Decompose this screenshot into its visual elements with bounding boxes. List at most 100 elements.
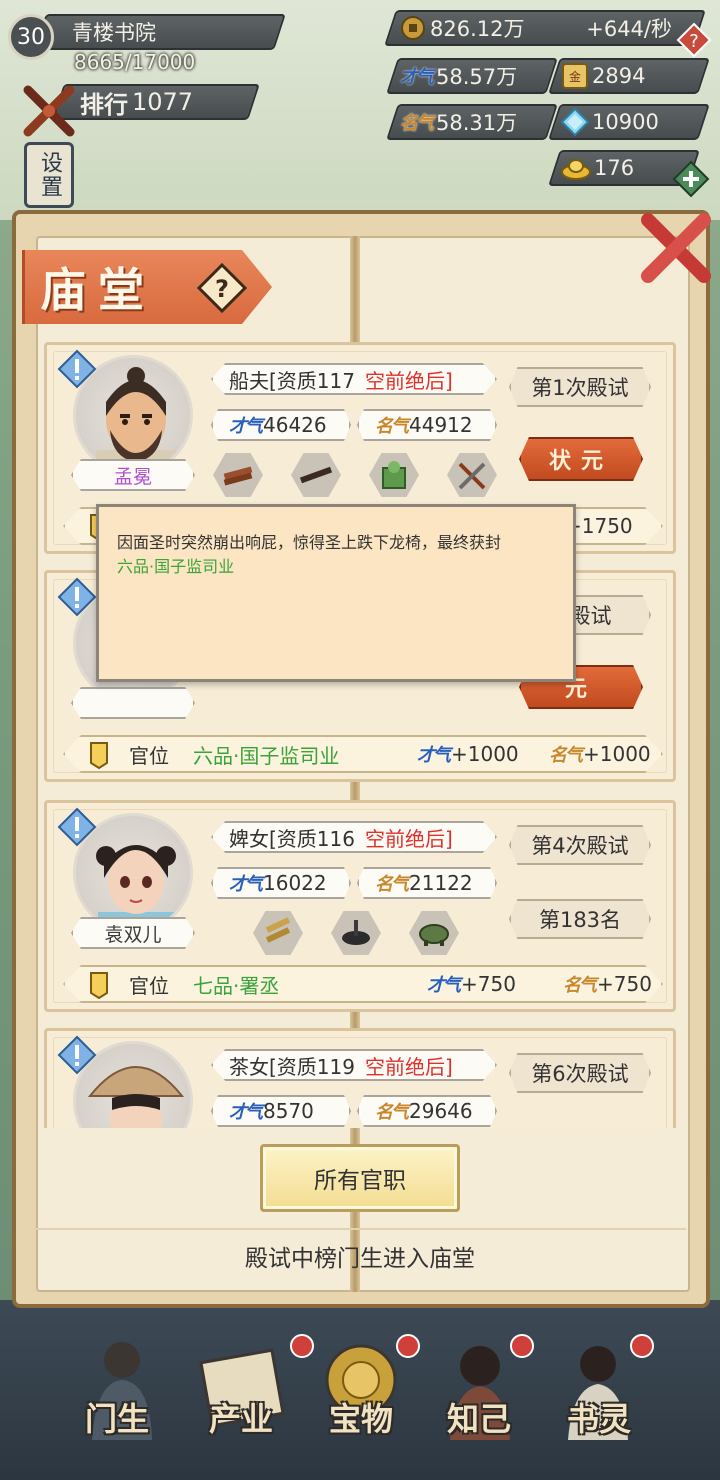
coins-bar[interactable]: 826.12万 +644/秒 (384, 10, 706, 46)
fame-value: 21122 (409, 871, 473, 895)
bronze-cauldron-icon (419, 924, 449, 946)
talent-bonus: +1000 (451, 742, 519, 766)
inkstone-icon (342, 920, 370, 945)
gold-ingot-icon (561, 159, 591, 180)
wooden-blocks-icon (223, 466, 253, 486)
close-icon[interactable] (636, 208, 716, 288)
talent-bar: 才气 58.57万 (386, 58, 558, 94)
info-alert-icon[interactable] (57, 807, 97, 847)
identity-tag: 婢女[资质116 空前绝后] (211, 821, 497, 853)
exam-count-button[interactable]: 第1次殿试 (509, 367, 651, 407)
page-title: 庙堂 (40, 263, 156, 317)
student-card[interactable]: 袁双儿 婢女[资质116 空前绝后] 才气 16022 名气 21122 第4次… (44, 800, 676, 1012)
office-value: 六品·国子监司业 (193, 743, 340, 768)
identity-text: 茶女[资质119 (229, 1054, 355, 1079)
fame-icon: 名气 (375, 416, 409, 437)
student-name (71, 687, 195, 719)
add-plus-icon[interactable] (672, 160, 710, 198)
tooltip-office: 六品·国子监司业 (117, 557, 235, 576)
fame-tag: 名气 21122 (357, 867, 497, 899)
office-label: 官位 (129, 743, 169, 768)
gold-ingot-value: 176 (594, 156, 635, 180)
talent-value: 46426 (263, 413, 327, 437)
tooltip-text: 因面圣时突然崩出响屁，惊得圣上跌下龙椅，最终获封 (117, 533, 502, 552)
nav-notification-dot (510, 1334, 534, 1358)
copper-coin-icon (401, 16, 426, 40)
item-a-value: 2894 (592, 64, 646, 88)
fame-icon: 名气 (400, 113, 432, 134)
identity-tag: 船夫[资质117 空前绝后] (211, 363, 497, 395)
footer-note: 殿试中榜门生进入庙堂 (34, 1228, 686, 1282)
exam-count-button[interactable]: 第6次殿试 (509, 1053, 651, 1093)
info-alert-icon[interactable] (57, 349, 97, 389)
academy-name-bar[interactable]: 青楼书院 (34, 14, 286, 50)
fame-bonus: +1000 (583, 742, 651, 766)
coins-rate: +644/秒 (586, 17, 672, 41)
talent-icon: 才气 (229, 874, 263, 895)
help-icon[interactable]: ? (676, 22, 712, 58)
nav-label: 宝物 (328, 1400, 393, 1438)
coins-value: 826.12万 (430, 17, 525, 41)
talent-icon: 才气 (229, 1102, 263, 1123)
rank-bar[interactable]: 排行 1077 (52, 84, 260, 120)
academy-name: 青楼书院 (72, 21, 156, 45)
level-badge: 30 (8, 14, 54, 60)
fame-icon: 名气 (375, 1102, 409, 1123)
nav-label: 产业 (208, 1400, 273, 1438)
office-flag-icon (90, 972, 108, 999)
exam-count-button[interactable]: 第4次殿试 (509, 825, 651, 865)
talent-value: 8570 (263, 1099, 314, 1123)
settings-button[interactable]: 设置 (24, 142, 74, 208)
talent-icon: 才气 (229, 416, 263, 437)
fame-icon: 名气 (563, 975, 597, 996)
diamond-value: 10900 (592, 110, 659, 134)
identity-tag: 茶女[资质119 空前绝后] (211, 1049, 497, 1081)
exam-rank: 第183名 (509, 899, 651, 939)
crossed-swords-icon (458, 462, 486, 490)
office-bar: 官位 七品·署丞 才气 +750 名气 +750 (63, 965, 663, 1003)
office-flag-icon (90, 742, 108, 769)
svg-text:?: ? (689, 31, 699, 52)
student-name: 袁双儿 (71, 917, 195, 949)
nav-notification-dot (630, 1334, 654, 1358)
info-alert-icon[interactable] (57, 1035, 97, 1075)
fame-tag: 名气 29646 (357, 1095, 497, 1127)
temple-help-icon[interactable]: ? (196, 262, 248, 314)
fame-value: 58.31万 (436, 111, 518, 135)
office-label: 官位 (129, 973, 169, 998)
svg-text:金: 金 (569, 69, 581, 84)
identity-text: 婢女[资质116 (229, 826, 355, 851)
rank-crossed-brushes-icon (23, 85, 75, 137)
nav-students[interactable]: 门生 (52, 1330, 182, 1460)
nav-label: 书灵 (566, 1400, 631, 1438)
diamond-bar[interactable]: 10900 (548, 104, 710, 140)
exam-result-badge: 状元 (519, 437, 643, 481)
info-alert-icon[interactable] (57, 577, 97, 617)
rank-label: 排行 (80, 90, 128, 119)
quality-text: 空前绝后] (364, 368, 453, 393)
item-a-bar[interactable]: 金 2894 (548, 58, 710, 94)
nav-label: 门生 (84, 1400, 149, 1438)
comb-icon (299, 466, 333, 484)
talent-icon: 才气 (400, 67, 432, 88)
bamboo-scroll-icon (265, 917, 291, 943)
talent-icon: 才气 (417, 745, 451, 766)
fame-bonus: +750 (597, 972, 652, 996)
story-tooltip: 因面圣时突然崩出响屁，惊得圣上跌下龙椅，最终获封 六品·国子监司业 (96, 504, 576, 682)
diamond-icon (560, 107, 590, 137)
gold-token-icon: 金 (562, 63, 588, 89)
talent-icon: 才气 (427, 975, 461, 996)
student-list[interactable]: 孟冕 船夫[资质117 空前绝后] 才气 46426 名气 44912 第1次殿… (44, 340, 676, 1128)
talent-value: 16022 (263, 871, 327, 895)
fame-icon: 名气 (375, 874, 409, 895)
fame-bar: 名气 58.31万 (386, 104, 558, 140)
nav-industry[interactable]: 产业 (176, 1330, 306, 1460)
quality-text: 空前绝后] (364, 826, 453, 851)
svg-text:?: ? (215, 275, 229, 303)
fame-value: 29646 (409, 1099, 473, 1123)
rank-value: 1077 (132, 88, 194, 116)
all-offices-button[interactable]: 所有官职 (260, 1144, 460, 1212)
student-card[interactable]: 茶女[资质119 空前绝后] 才气 8570 名气 29646 第6次殿试 (44, 1028, 676, 1128)
office-bar: 官位 六品·国子监司业 才气 +1000 名气 +1000 (63, 735, 663, 773)
talent-tag: 才气 8570 (211, 1095, 351, 1127)
